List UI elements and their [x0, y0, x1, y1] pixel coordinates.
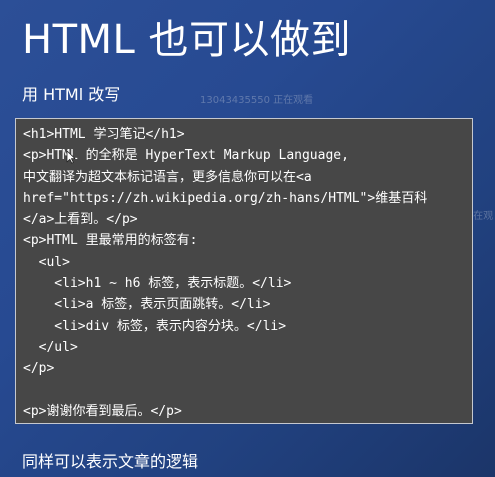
code-line: </p>: [23, 361, 55, 377]
code-line: <li>a 标签，表示页面跳转。</li>: [23, 297, 271, 313]
code-line: <li>div 标签，表示内容分块。</li>: [23, 318, 287, 334]
slide-title: HTML 也可以做到: [22, 17, 352, 63]
code-line: <ul>: [23, 254, 70, 270]
code-line: <p>谢谢你看到最后。</p>: [23, 403, 182, 419]
slide-subtitle: 用 HTMl 改写: [22, 85, 121, 104]
viewer-watermark: 13043435550 正在观看: [200, 95, 314, 106]
code-line: </a>上看到。</p>: [23, 212, 138, 228]
slide-caption: 同样可以表示文章的逻辑: [22, 452, 199, 471]
code-line: <p>HTML 里最常用的标签有:: [23, 233, 198, 249]
code-line: href="https://zh.wikipedia.org/zh-hans/H…: [23, 190, 428, 206]
code-line: </ul>: [23, 339, 78, 355]
code-line: <p>HTML 的全称是 HyperText Markup Language,: [23, 148, 349, 164]
mouse-pointer-icon: [66, 150, 76, 164]
code-line: <li>h1 ~ h6 标签，表示标题。</li>: [23, 276, 292, 292]
code-line: <h1>HTML 学习笔记</h1>: [23, 127, 185, 142]
code-line: 中文翻译为超文本标记语言，更多信息你可以在<a: [23, 169, 312, 185]
code-block: <h1>HTML 学习笔记</h1> <p>HTML 的全称是 HyperTex…: [15, 118, 473, 424]
